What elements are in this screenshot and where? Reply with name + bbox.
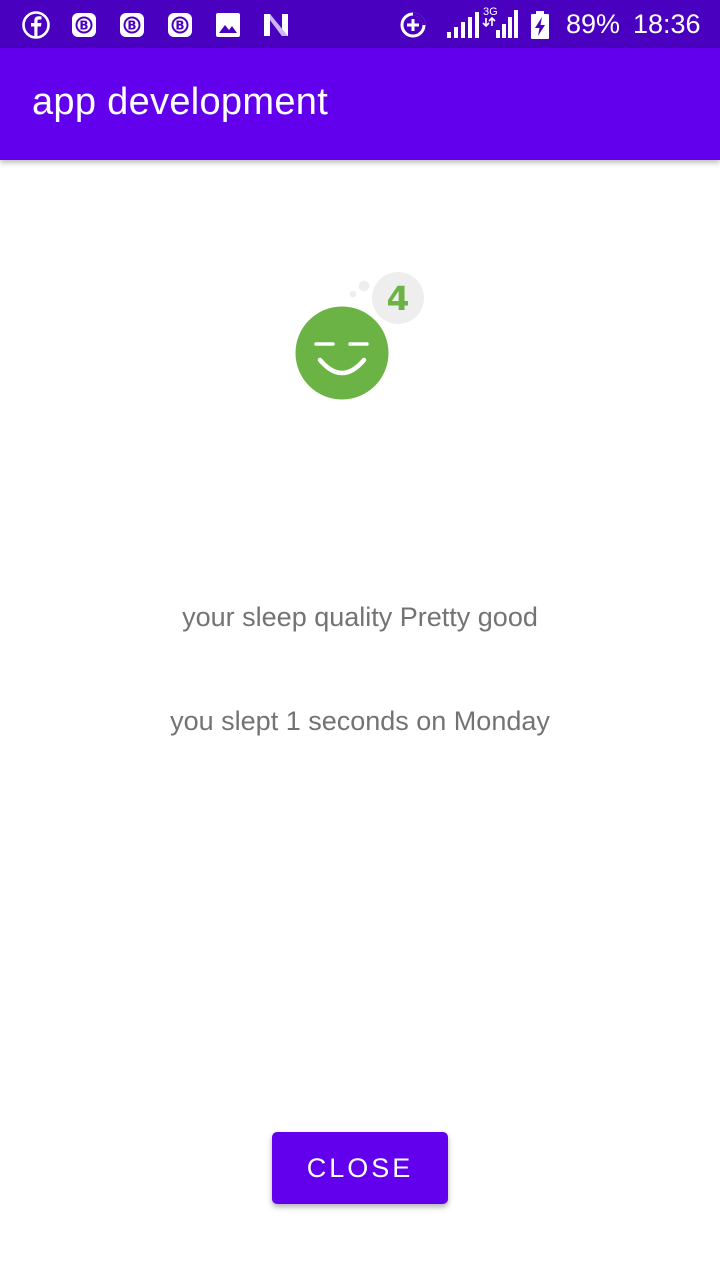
facebook-icon	[21, 10, 51, 40]
notification-app-icon: B	[69, 10, 99, 40]
battery-charging-icon	[528, 10, 552, 40]
signal-3g-icon: 3G	[482, 4, 520, 38]
app-title: app development	[32, 81, 329, 123]
svg-text:B: B	[175, 19, 184, 33]
clock: 18:36	[633, 9, 701, 39]
quality-score: 4	[387, 279, 410, 318]
n-icon	[261, 10, 291, 40]
sleeping-face-icon	[295, 306, 389, 400]
data-saver-icon	[398, 10, 428, 40]
thought-bubble-icon	[349, 280, 370, 298]
quality-score-badge: 4	[372, 272, 424, 324]
screen: B B B 3G 89% 18:36 app development 4 you…	[0, 0, 720, 1280]
sleep-duration-text: you slept 1 seconds on Monday	[170, 706, 550, 736]
image-icon	[213, 10, 243, 40]
notification-app-icon: B	[165, 10, 195, 40]
svg-text:B: B	[79, 19, 88, 33]
sleep-quality-text: your sleep quality Pretty good	[182, 602, 538, 632]
status-bar: B B B 3G 89% 18:36	[0, 0, 720, 48]
app-bar: app development	[0, 48, 720, 160]
notification-app-icon: B	[117, 10, 147, 40]
sleep-quality-icon: 4	[292, 268, 432, 408]
svg-text:B: B	[127, 19, 136, 33]
battery-percentage: 89%	[566, 9, 621, 39]
svg-text:3G: 3G	[483, 6, 498, 18]
close-button[interactable]: CLOSE	[272, 1132, 448, 1204]
signal-icon	[446, 10, 480, 40]
